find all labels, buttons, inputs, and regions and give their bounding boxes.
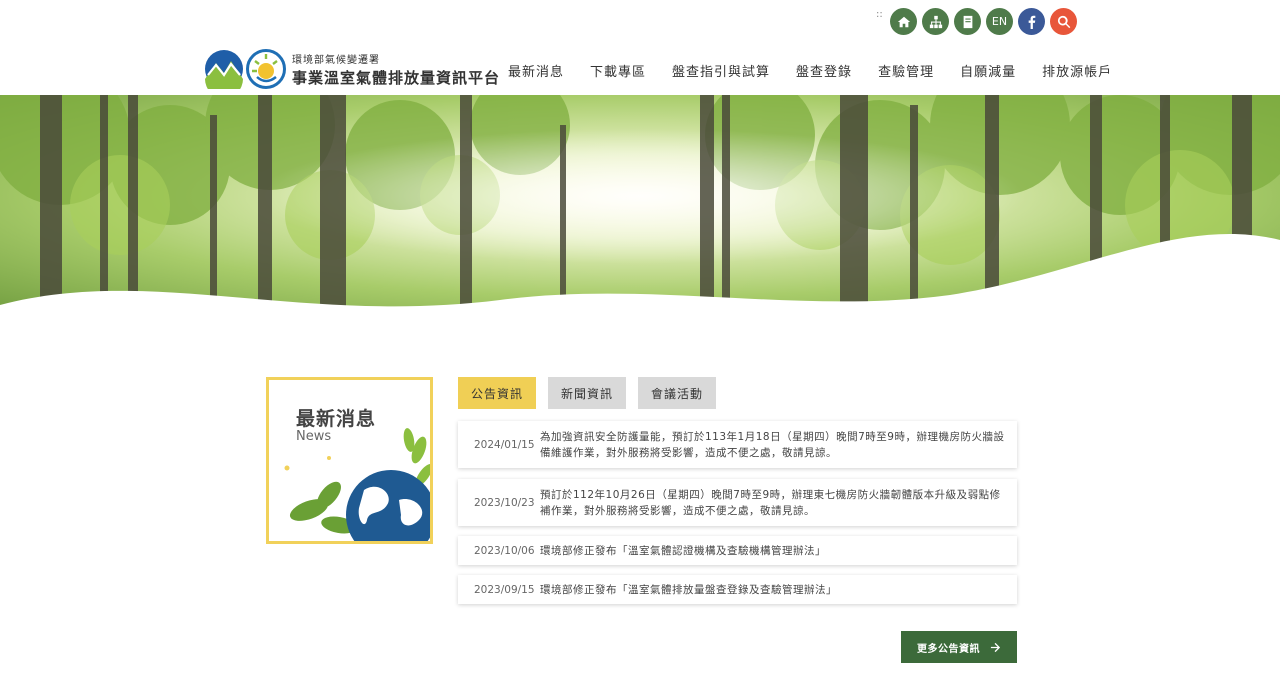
- item-title[interactable]: 環境部修正發布「溫室氣體排放量盤查登錄及查驗管理辦法」: [540, 582, 849, 598]
- forest-banner-image: [0, 95, 1280, 320]
- sitemap-icon[interactable]: [922, 8, 949, 35]
- nav-item-verification-management[interactable]: 查驗管理: [865, 61, 947, 80]
- logo-mountain-mark: [205, 50, 243, 89]
- nav-item-inventory-guide[interactable]: 盤查指引與試算: [659, 61, 783, 80]
- facebook-icon[interactable]: [1018, 8, 1045, 35]
- site-logo[interactable]: 環境部氣候變遷署 事業溫室氣體排放量資訊平台: [204, 49, 500, 89]
- main-nav: 最新消息 下載專區 盤查指引與試算 盤查登錄 查驗管理 自願減量 排放源帳戶: [495, 61, 1125, 80]
- item-title[interactable]: 預訂於112年10月26日（星期四）晚間7時至9時，辦理東七機房防火牆韌體版本升…: [540, 487, 1017, 519]
- tab-announcements[interactable]: 公告資訊: [458, 377, 537, 409]
- nav-item-latest-news[interactable]: 最新消息: [495, 61, 577, 80]
- news-subtitle: News: [296, 429, 332, 444]
- item-date: 2024/01/15: [474, 438, 535, 451]
- nav-item-emission-account[interactable]: 排放源帳戶: [1029, 61, 1125, 80]
- search-icon[interactable]: [1050, 8, 1077, 35]
- site-header: :: EN 環境部氣候變遷署 事業溫室氣體排放量資訊平台 最新消息 下載專區 盤…: [0, 0, 1280, 95]
- more-announcements-button[interactable]: 更多公告資訊: [901, 631, 1017, 663]
- news-heading-box: 最新消息 News: [266, 377, 433, 544]
- accesskey-link[interactable]: ::: [876, 9, 883, 20]
- logo-title: 事業溫室氣體排放量資訊平台: [292, 68, 501, 87]
- news-tabs: 公告資訊 新聞資訊 會議活動: [458, 377, 717, 409]
- more-button-label: 更多公告資訊: [917, 643, 980, 655]
- tab-meetings[interactable]: 會議活動: [638, 377, 717, 409]
- nav-item-voluntary-reduction[interactable]: 自願減量: [947, 61, 1029, 80]
- news-title: 最新消息: [296, 408, 377, 430]
- nav-item-downloads[interactable]: 下載專區: [577, 61, 659, 80]
- item-date: 2023/09/15: [474, 583, 535, 596]
- list-item[interactable]: 2023/10/06 環境部修正發布「溫室氣體認證機構及查驗機構管理辦法」: [458, 536, 1017, 565]
- tab-press-releases[interactable]: 新聞資訊: [548, 377, 627, 409]
- arrow-right-icon: [990, 642, 1001, 652]
- list-item[interactable]: 2024/01/15 為加強資訊安全防護量能，預訂於113年1月18日（星期四）…: [458, 421, 1017, 468]
- nav-item-inventory-registration[interactable]: 盤查登錄: [783, 61, 865, 80]
- logo-subtitle: 環境部氣候變遷署: [292, 54, 380, 66]
- item-title[interactable]: 為加強資訊安全防護量能，預訂於113年1月18日（星期四）晚間7時至9時，辦理機…: [540, 429, 1017, 461]
- item-date: 2023/10/23: [474, 496, 535, 509]
- home-icon[interactable]: [890, 8, 917, 35]
- list-item[interactable]: 2023/10/23 預訂於112年10月26日（星期四）晚間7時至9時，辦理東…: [458, 479, 1017, 526]
- language-switch-button[interactable]: EN: [986, 8, 1013, 35]
- list-item[interactable]: 2023/09/15 環境部修正發布「溫室氣體排放量盤查登錄及查驗管理辦法」: [458, 575, 1017, 604]
- logo-sun-mark: [246, 49, 286, 89]
- utility-icons: EN: [890, 8, 1077, 35]
- item-date: 2023/10/06: [474, 544, 535, 557]
- book-icon[interactable]: [954, 8, 981, 35]
- hero-banner: [0, 95, 1280, 320]
- item-title[interactable]: 環境部修正發布「溫室氣體認證機構及查驗機構管理辦法」: [540, 543, 838, 559]
